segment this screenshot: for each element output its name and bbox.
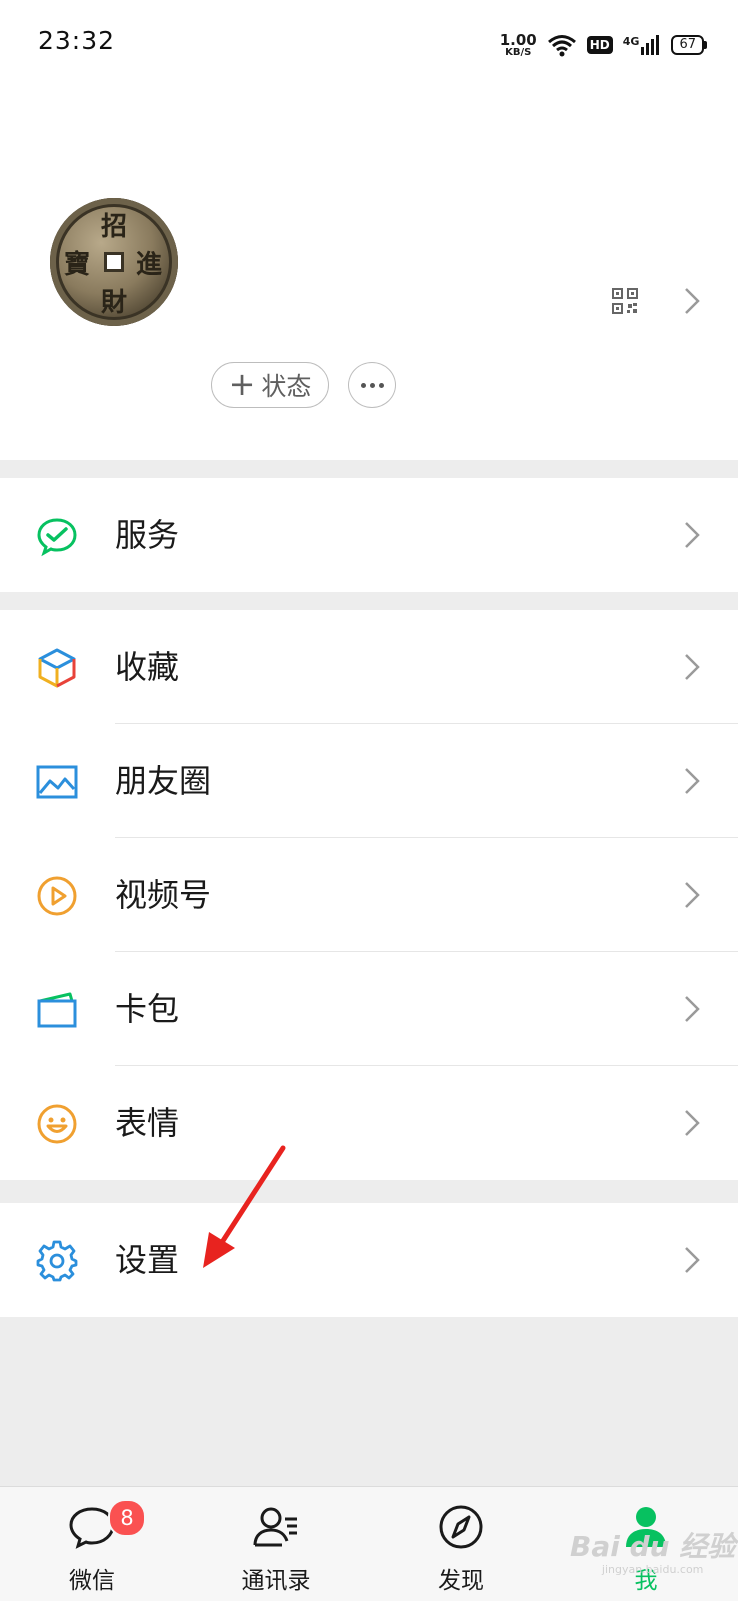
status-bar: 23:32 1.00 KB/S HD 4G 67 [0,0,738,90]
bottom-tab-bar: 8 微信 通讯录 发现 我 Bai du 经验 jingyan.baidu.co… [0,1486,738,1601]
menu-label: 朋友圈 [115,762,212,800]
add-status-button[interactable]: + 状态 [211,362,329,408]
gear-icon [36,1240,78,1282]
baidu-watermark: Bai du 经验 jingyan.baidu.com [570,1525,735,1576]
channels-play-icon [37,876,77,916]
avatar-glyph-left: 寶 [64,250,91,280]
menu-item-channels[interactable]: 视频号 [0,838,738,952]
menu-label: 收藏 [115,648,180,686]
net-speed-unit: KB/S [505,46,532,58]
tab-discover[interactable]: 发现 [391,1487,531,1601]
signal-indicator: 4G [623,35,662,55]
tab-label: 通讯录 [241,1568,311,1594]
avatar-glyph-top: 招 [101,212,128,242]
features-group: 收藏 朋友圈 视频号 卡包 表情 [0,610,738,1180]
menu-item-services[interactable]: 服务 [0,478,738,592]
chevron-right-icon [685,882,700,908]
menu-item-favorites[interactable]: 收藏 [0,610,738,724]
moments-image-icon [36,765,78,799]
services-check-icon [37,518,77,557]
menu-item-stickers[interactable]: 表情 [0,1066,738,1180]
card-wallet-icon [37,992,77,1028]
chevron-right-icon [685,1110,700,1136]
more-dot [360,382,366,388]
compass-icon [439,1505,483,1549]
network-speed: 1.00 KB/S [499,30,537,58]
avatar-glyph-right: 進 [136,250,163,280]
chevron-right-icon [685,996,700,1022]
qr-code-icon[interactable] [612,288,638,314]
clock-time: 23:32 [38,26,116,55]
menu-label: 服务 [115,516,180,554]
contacts-icon [253,1507,297,1547]
services-group: 服务 [0,478,738,592]
tab-chats[interactable]: 8 微信 [22,1487,162,1601]
net-speed-value: 1.00 [499,30,537,49]
plus-icon: + [228,364,256,403]
avatar[interactable]: 招 進 財 寶 [50,198,178,326]
chevron-right-icon [685,1247,700,1273]
tab-label: 微信 [69,1568,115,1594]
battery-indicator: 67 [671,35,707,55]
chevron-right-icon [685,522,700,548]
smiley-face-icon [37,1104,77,1144]
menu-label: 设置 [115,1241,180,1279]
tab-label: 发现 [438,1568,484,1594]
status-indicators: 1.00 KB/S HD 4G 67 [499,30,707,60]
unread-badge: 8 [108,1499,146,1537]
settings-group: 设置 [0,1203,738,1317]
hd-badge: HD [586,36,613,54]
status-button-label: 状态 [261,372,312,401]
more-dot [369,382,375,388]
more-dot [378,382,384,388]
watermark-text: Bai du 经验 [570,1530,736,1563]
annotation-arrow-icon [203,1145,286,1268]
menu-item-cards[interactable]: 卡包 [0,952,738,1066]
avatar-glyph-bottom: 財 [101,288,128,318]
watermark-subtext: jingyan.baidu.com [601,1563,704,1576]
menu-label: 卡包 [115,990,180,1028]
menu-label: 表情 [115,1104,180,1142]
profile-header[interactable]: 招 進 財 寶 + 状态 [0,90,738,460]
menu-label: 视频号 [115,876,212,914]
wifi-icon [547,35,576,57]
more-options-button[interactable] [348,362,396,408]
chevron-right-icon [685,654,700,680]
favorites-cube-icon [38,648,76,688]
coin-hole [104,252,124,272]
chevron-right-icon[interactable] [683,286,701,316]
menu-item-moments[interactable]: 朋友圈 [0,724,738,838]
chevron-right-icon [685,768,700,794]
signal-bars-icon [641,35,660,55]
tab-contacts[interactable]: 通讯录 [206,1487,346,1601]
network-type: 4G [622,35,640,48]
menu-item-settings[interactable]: 设置 [0,1203,738,1317]
